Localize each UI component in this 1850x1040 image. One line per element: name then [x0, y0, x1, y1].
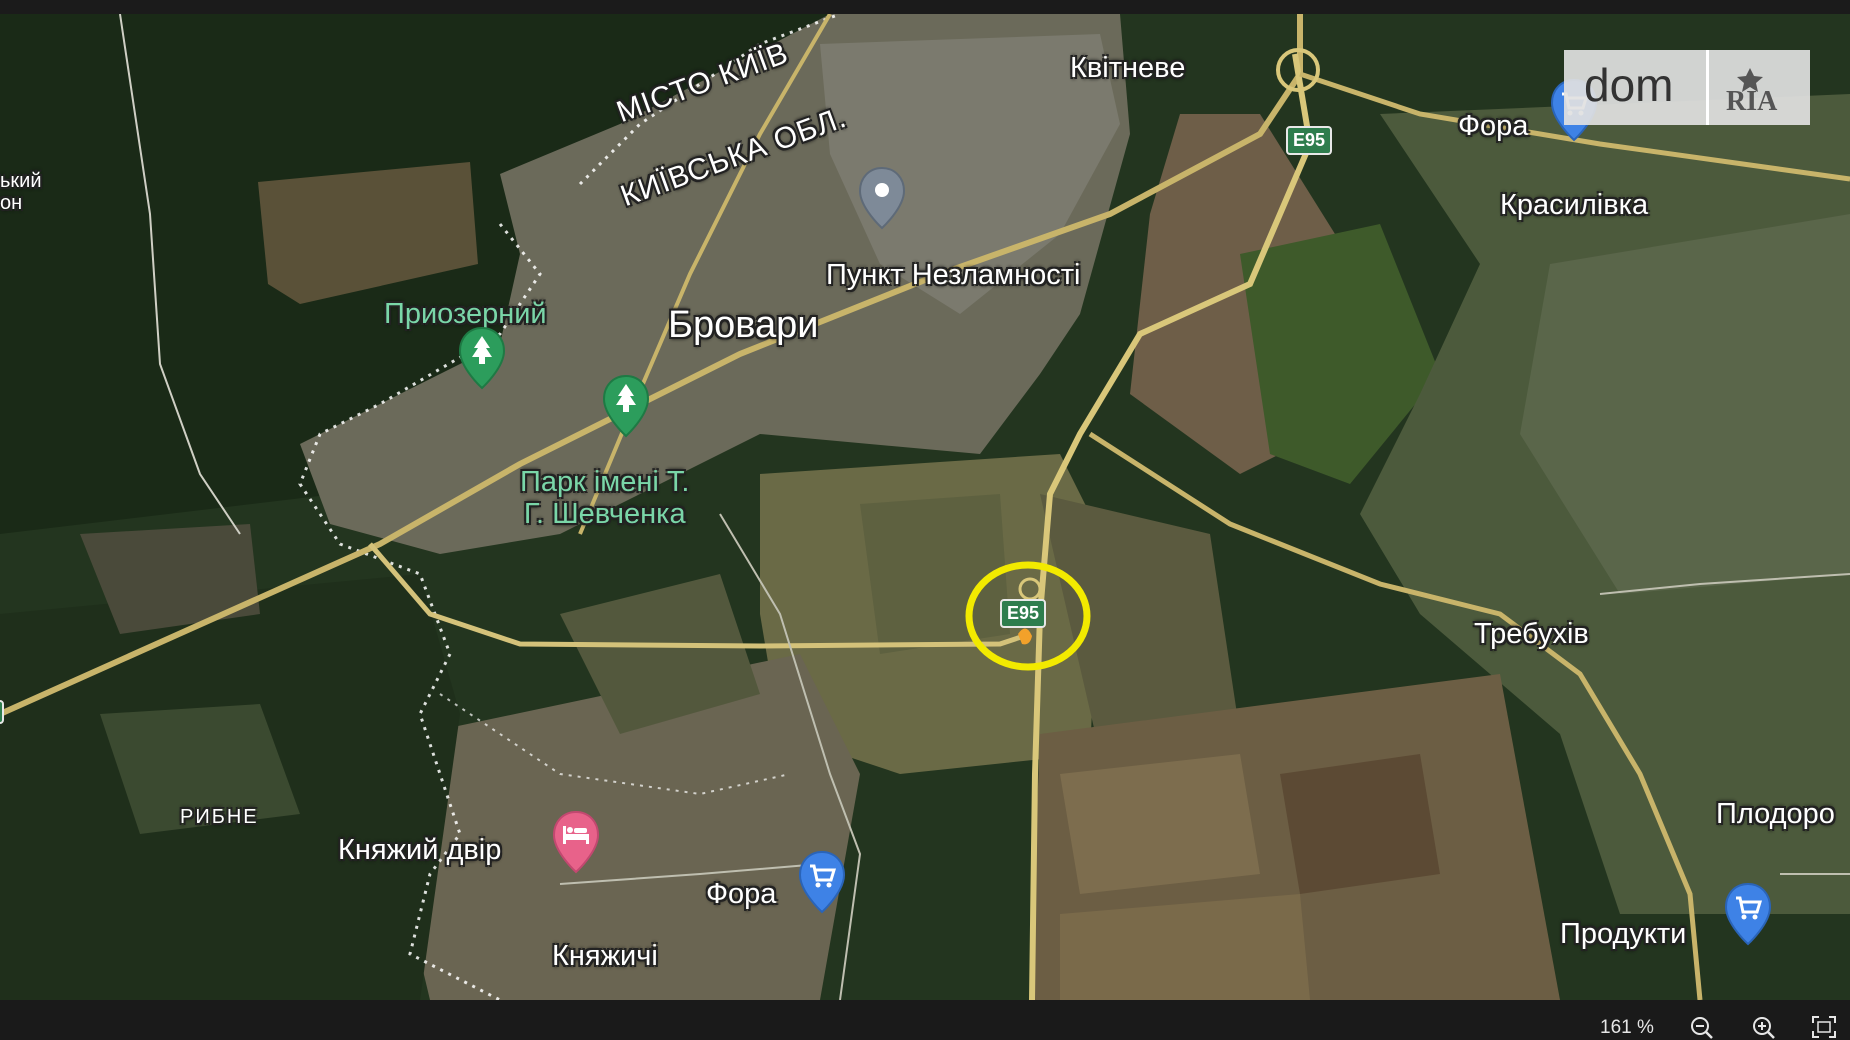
road-shield-e95-north: E95: [1286, 126, 1333, 155]
label-plodorodne: Плодоро: [1716, 798, 1835, 830]
tree-icon[interactable]: [602, 374, 650, 438]
label-park-line2: Г. Шевченка: [523, 498, 686, 530]
label-krasylivka: Красилівка: [1500, 189, 1649, 221]
label-park-line1: Парк імені Т.: [520, 466, 690, 498]
zoom-in-icon[interactable]: [1750, 1014, 1778, 1040]
label-knyazhyi-dvir: Княжий двір: [338, 834, 502, 866]
shopping-cart-icon[interactable]: [1724, 882, 1772, 946]
zoom-out-icon[interactable]: [1688, 1014, 1716, 1040]
road-shield-edge: [0, 700, 4, 724]
label-trebukhiv: Требухів: [1474, 618, 1589, 650]
hotel-bed-icon[interactable]: [552, 810, 600, 874]
label-brovary: Бровари: [668, 304, 819, 346]
label-park-shevchenka: Парк імені Т. Г. Шевченка: [520, 466, 689, 530]
label-knyazhychi: Княжичі: [552, 940, 658, 972]
label-kvitneve: Квітневе: [1070, 52, 1186, 84]
label-produkty: Продукти: [1560, 918, 1687, 950]
label-fora-northeast: Фора: [1458, 110, 1529, 142]
logo-dom-text: dom: [1584, 59, 1674, 111]
viewer-toolbar: [0, 1000, 1850, 1040]
logo-ria-text: RIA: [1726, 86, 1778, 114]
label-rybne: РИБНЕ: [180, 806, 259, 828]
shopping-cart-icon[interactable]: [798, 850, 846, 914]
logo-separator: [1706, 50, 1709, 125]
zoom-level: 161 %: [1600, 1017, 1654, 1038]
map-imagery: [0, 14, 1850, 1000]
label-edge-1: ький: [0, 170, 42, 192]
road-shield-e95-south: E95: [1000, 599, 1047, 628]
label-edge-2: он: [0, 192, 23, 214]
dom-ria-logo: dom RIA: [1564, 50, 1810, 125]
satellite-map[interactable]: МІСТО КИЇВ КИЇВСЬКА ОБЛ. Квітневе Фора К…: [0, 14, 1850, 1000]
fullscreen-icon[interactable]: [1810, 1014, 1838, 1040]
tree-icon[interactable]: [458, 326, 506, 390]
label-fora-south: Фора: [706, 878, 777, 910]
location-pin-icon[interactable]: [858, 166, 906, 230]
logo-ria-badge: RIA: [1726, 68, 1778, 114]
top-bar: [0, 0, 1850, 14]
label-punkt-nezlamnosti: Пункт Незламності: [826, 259, 1081, 291]
